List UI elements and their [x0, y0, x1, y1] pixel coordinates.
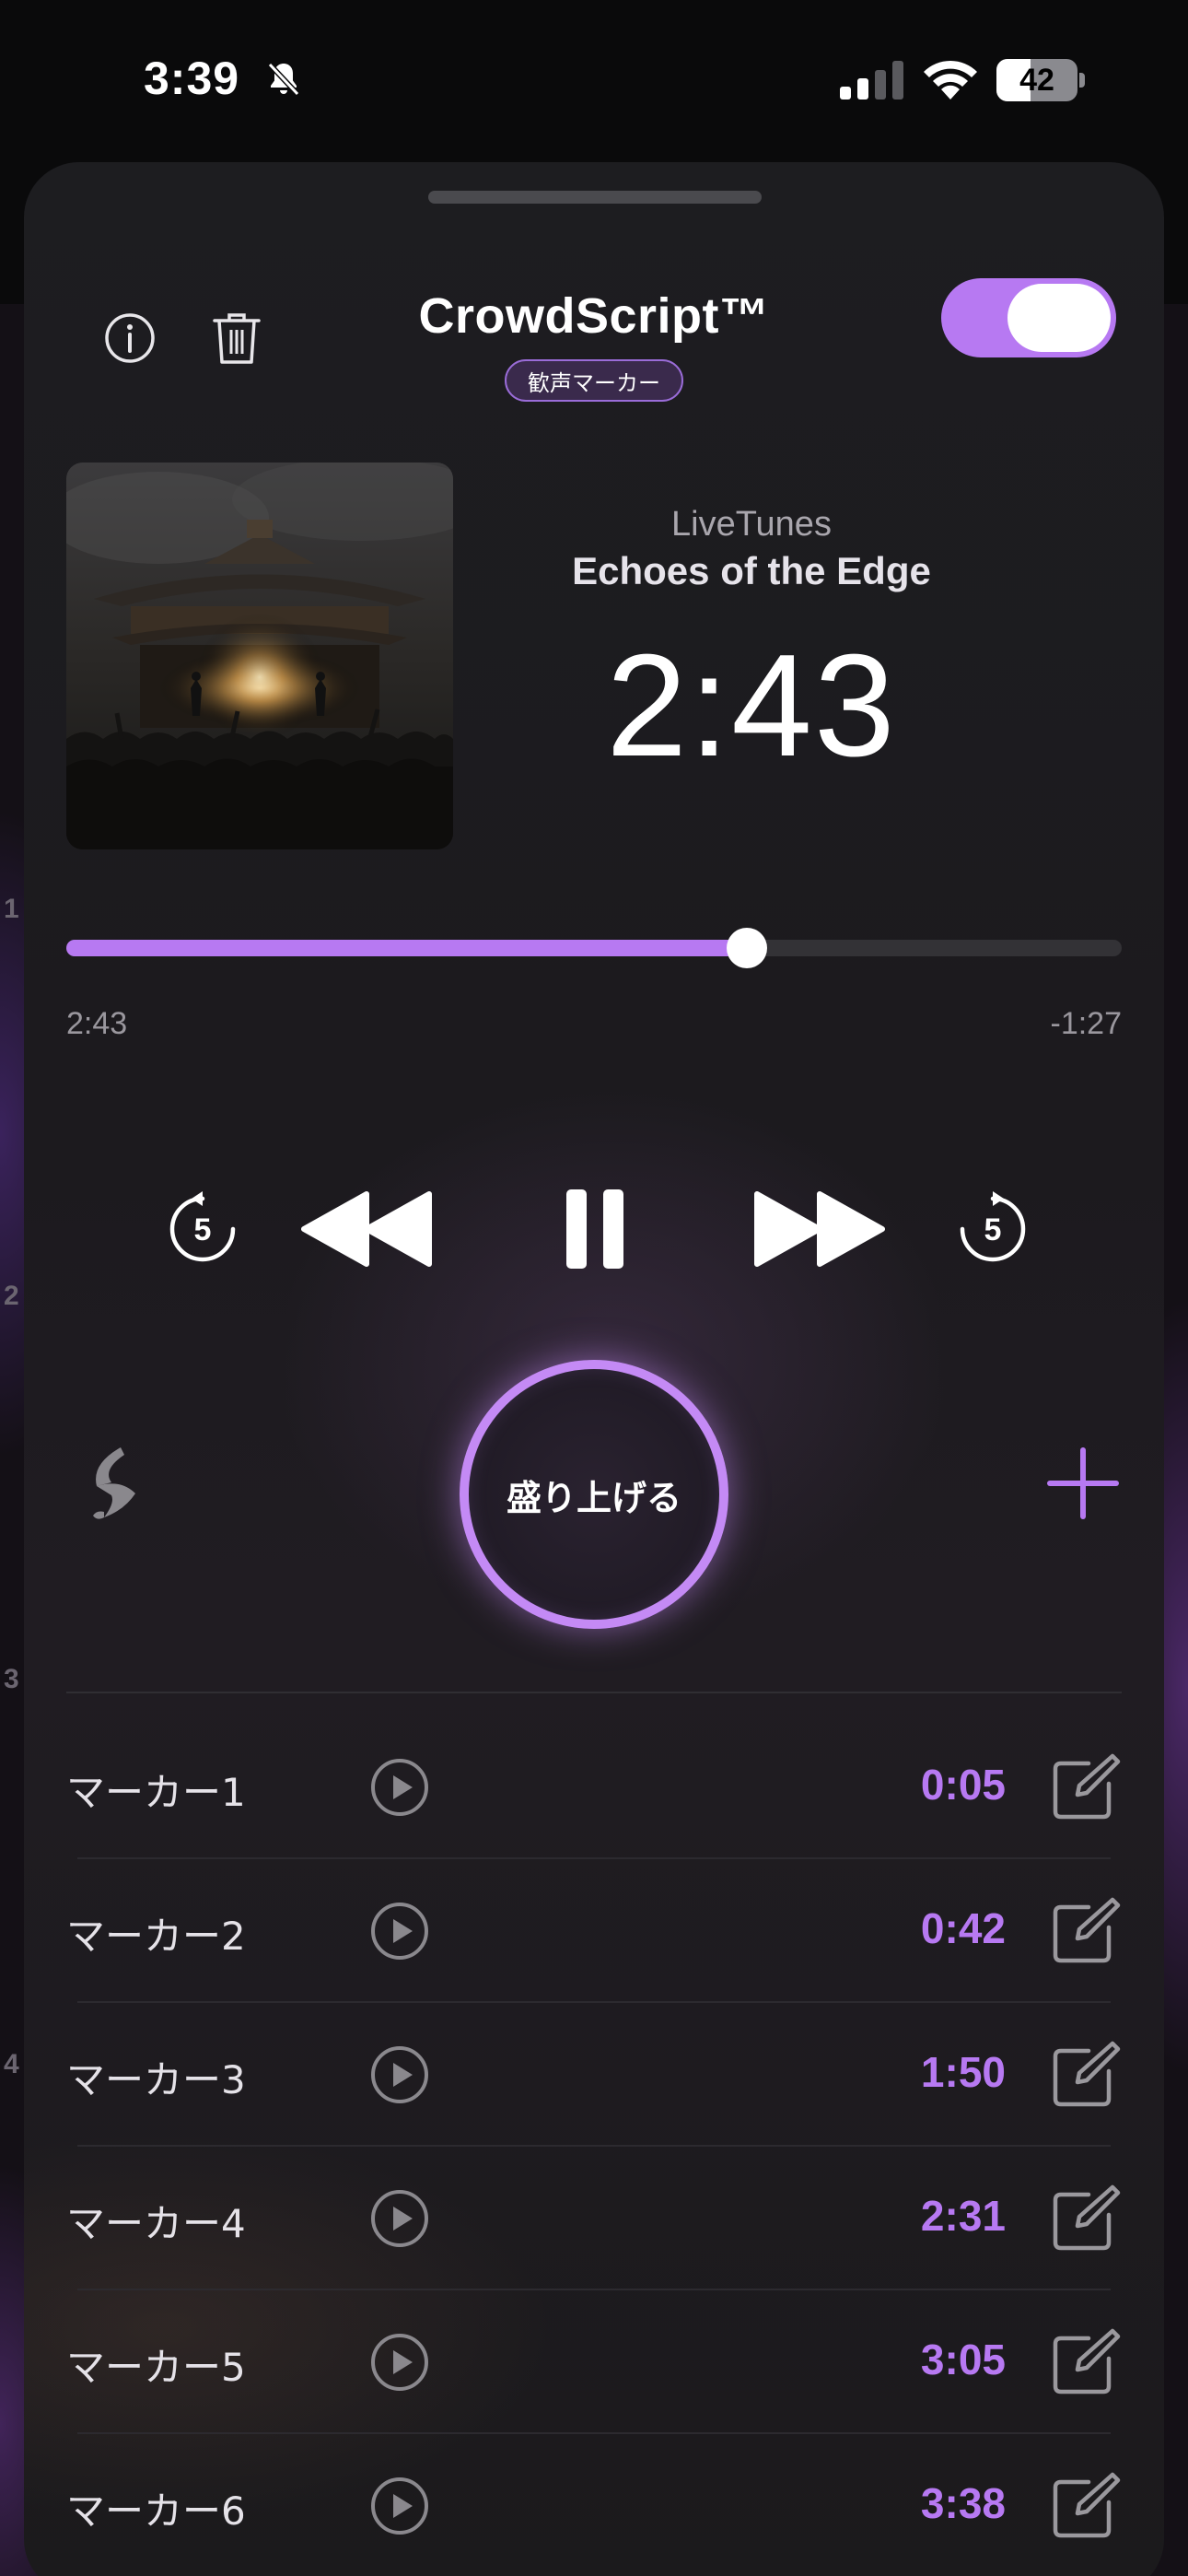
- album-artwork: [66, 463, 453, 849]
- play-circle-icon[interactable]: [368, 1756, 431, 1819]
- marker-name: マーカー4: [66, 2201, 246, 2246]
- edit-icon[interactable]: [1048, 2182, 1122, 2255]
- background-number: 4: [4, 2049, 19, 2079]
- background-number: 3: [4, 1664, 19, 1694]
- skip-back-button[interactable]: 5: [157, 1183, 249, 1275]
- status-time: 3:39: [144, 53, 240, 104]
- plus-icon: [1047, 1447, 1119, 1519]
- script-button[interactable]: [61, 1428, 171, 1539]
- marker-row[interactable]: マーカー4 2:31: [66, 2147, 1122, 2290]
- edit-icon[interactable]: [1048, 1894, 1122, 1968]
- play-circle-icon[interactable]: [368, 2043, 431, 2106]
- marker-row[interactable]: マーカー6 3:38: [66, 2434, 1122, 2576]
- progress-thumb[interactable]: [727, 928, 768, 968]
- feather-logo-icon: [93, 1447, 135, 1519]
- mode-badge: 歓声マーカー: [505, 359, 683, 402]
- marker-name: マーカー6: [66, 2488, 246, 2534]
- marker-name: マーカー1: [66, 1770, 246, 1815]
- fast-forward-button[interactable]: [750, 1176, 888, 1282]
- skip-forward-seconds: 5: [984, 1212, 1002, 1247]
- cheer-button[interactable]: 盛り上げる: [460, 1360, 728, 1629]
- sheet-grabber[interactable]: [428, 191, 762, 204]
- source-app-name: LiveTunes: [671, 505, 832, 544]
- marker-row[interactable]: マーカー3 1:50: [66, 2003, 1122, 2147]
- marker-time: 2:31: [920, 2192, 1006, 2240]
- app-screen: 1 2 3 4 3:39 42 CrowdScript™ 歓声マーカー Live…: [0, 0, 1188, 2576]
- pause-button[interactable]: [549, 1174, 641, 1284]
- track-title: Echoes of the Edge: [572, 549, 931, 592]
- progress-slider[interactable]: [66, 928, 1122, 968]
- current-time-display: 2:43: [606, 625, 897, 787]
- list-divider: [66, 1692, 1122, 1693]
- skip-forward-button[interactable]: 5: [947, 1183, 1039, 1275]
- player-sheet: CrowdScript™ 歓声マーカー LiveTunes Echoes of …: [24, 162, 1164, 2576]
- elapsed-time: 2:43: [66, 1006, 128, 1041]
- rewind-icon: [301, 1191, 432, 1267]
- edit-icon[interactable]: [1048, 2325, 1122, 2399]
- skip-back-seconds: 5: [194, 1212, 212, 1247]
- marker-name: マーカー3: [66, 2057, 246, 2102]
- concert-temple-image: [66, 463, 453, 849]
- marker-time: 1:50: [920, 2048, 1006, 2096]
- background-number: 2: [4, 1281, 19, 1311]
- marker-row[interactable]: マーカー5 3:05: [66, 2290, 1122, 2434]
- marker-row[interactable]: マーカー1 0:05: [66, 1715, 1122, 1859]
- marker-row[interactable]: マーカー2 0:42: [66, 1859, 1122, 2003]
- marker-name: マーカー2: [66, 1914, 246, 1959]
- skip-back-5-icon: 5: [169, 1191, 236, 1262]
- toggle-knob: [1007, 284, 1111, 352]
- play-circle-icon[interactable]: [368, 1900, 431, 1962]
- remaining-time: -1:27: [1050, 1006, 1123, 1041]
- edit-icon[interactable]: [1048, 1751, 1122, 1824]
- bell-slash-icon: [267, 62, 300, 97]
- background-number: 1: [4, 894, 19, 924]
- play-circle-icon[interactable]: [368, 2187, 431, 2250]
- rewind-button[interactable]: [298, 1176, 437, 1282]
- battery-indicator: 42: [996, 59, 1085, 101]
- status-bar: 3:39 42: [0, 0, 1188, 157]
- progress-fill: [66, 940, 748, 956]
- cellular-signal-icon: [840, 61, 903, 100]
- battery-percent: 42: [1019, 63, 1054, 98]
- add-marker-button[interactable]: [1028, 1428, 1138, 1539]
- edit-icon[interactable]: [1048, 2038, 1122, 2112]
- edit-icon[interactable]: [1048, 2469, 1122, 2543]
- fast-forward-icon: [754, 1191, 885, 1267]
- pause-icon: [566, 1189, 623, 1269]
- marker-time: 3:38: [920, 2479, 1006, 2527]
- play-circle-icon[interactable]: [368, 2331, 431, 2394]
- enable-toggle[interactable]: [941, 278, 1116, 357]
- marker-time: 3:05: [920, 2336, 1006, 2383]
- marker-name: マーカー5: [66, 2345, 246, 2390]
- wifi-icon: [924, 60, 977, 100]
- skip-forward-5-icon: 5: [960, 1191, 1026, 1262]
- play-circle-icon[interactable]: [368, 2475, 431, 2537]
- marker-time: 0:42: [920, 1904, 1006, 1952]
- marker-time: 0:05: [920, 1761, 1006, 1809]
